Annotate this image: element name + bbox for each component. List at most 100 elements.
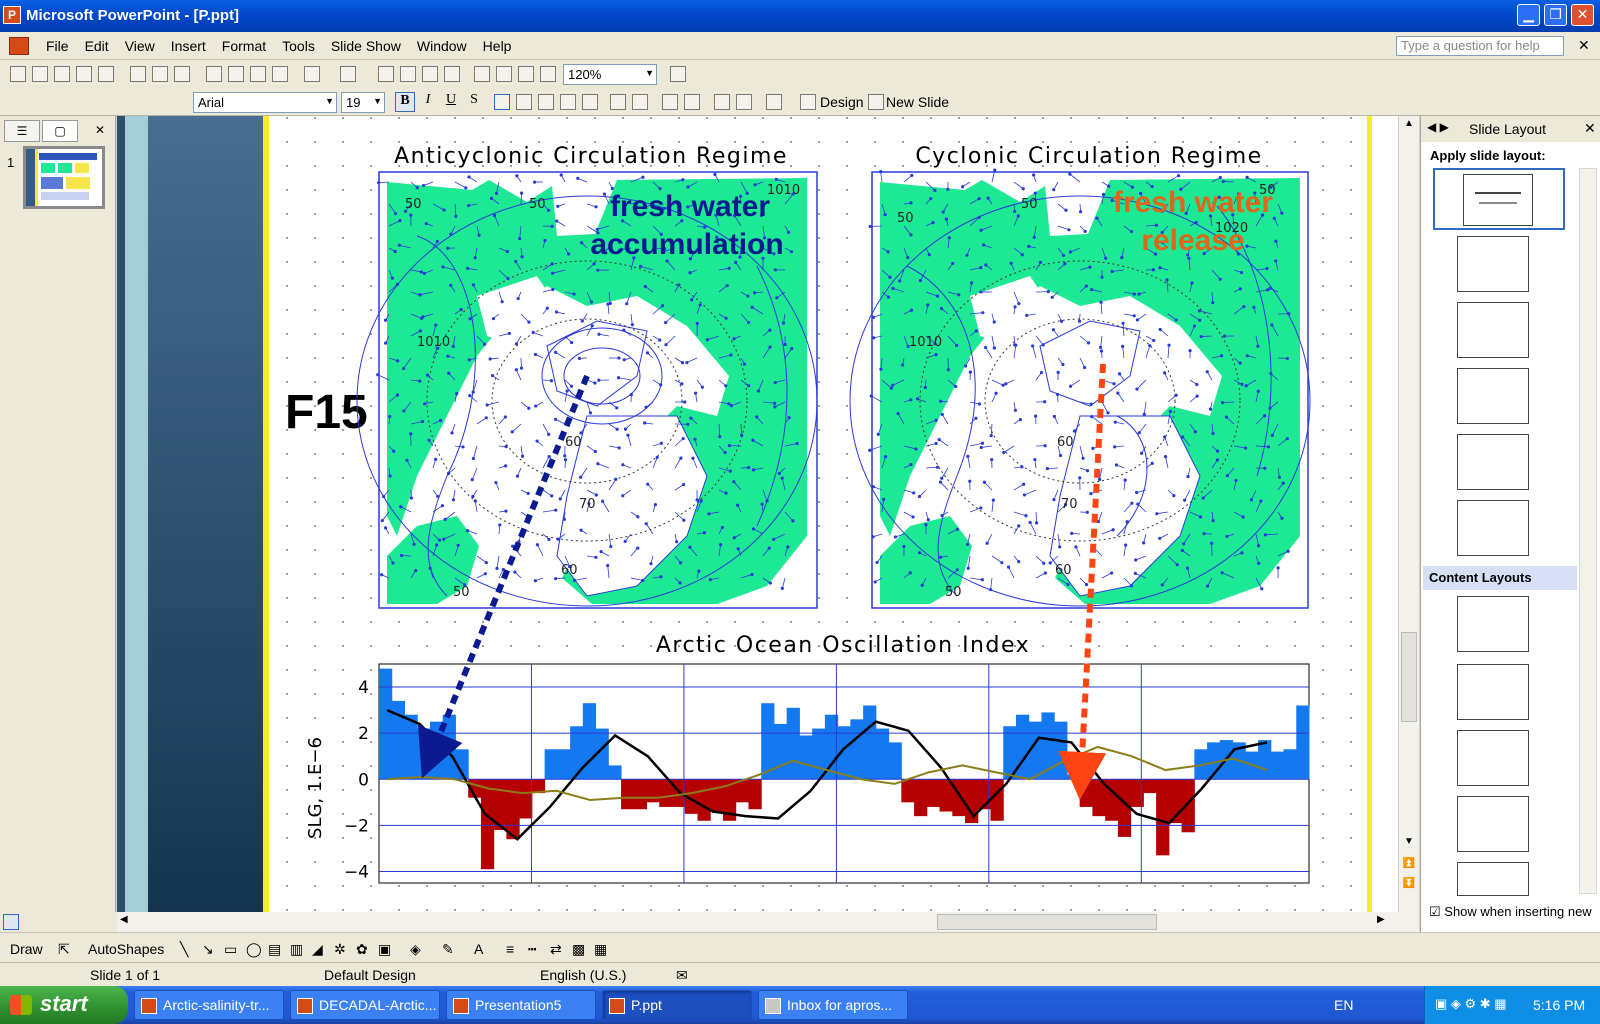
taskbar-item[interactable]: DECADAL-Arctic... [290,990,440,1020]
font-select[interactable]: Arial ▼ [193,92,337,113]
redo-icon[interactable] [340,66,356,82]
slide-editing-area[interactable]: F15 Anticyclonic Circulation Regime 50 5… [117,116,1407,912]
diagram-icon[interactable]: ✲ [334,941,346,958]
line-color-icon[interactable]: ✎ [442,941,454,958]
increase-font-icon[interactable] [662,94,678,110]
hyperlink-icon[interactable] [444,66,460,82]
layout-list-scrollbar[interactable] [1579,168,1597,894]
email-icon[interactable] [98,66,114,82]
align-left-icon[interactable] [494,94,510,110]
taskbar-item-active[interactable]: P.ppt [602,990,752,1020]
font-size-select[interactable]: 19 ▼ [341,92,385,113]
line-style-icon[interactable]: ≡ [506,941,514,957]
spelling-icon[interactable] [174,66,190,82]
vertical-scrollbar[interactable]: ▲ ▼ ⏫ ⏬ [1398,116,1419,912]
layout-vertical-text[interactable] [1457,500,1529,556]
text-box-icon[interactable]: ▤ [268,941,281,958]
expand-all-icon[interactable] [474,66,490,82]
justify-icon[interactable] [560,94,576,110]
slide-thumbnail[interactable] [23,146,105,209]
menu-view[interactable]: View [117,38,163,54]
menu-window[interactable]: Window [409,38,475,54]
font-color-icon[interactable] [766,94,782,110]
scroll-left-icon[interactable]: ◀ [120,914,128,925]
new-slide-button[interactable]: New Slide [886,94,949,110]
show-when-inserting-checkbox[interactable]: ☑ Show when inserting new [1429,904,1592,920]
select-pointer-icon[interactable]: ⇱ [58,941,70,958]
cut-icon[interactable] [206,66,222,82]
autoshapes-menu[interactable]: AutoShapes [88,941,164,957]
horizontal-scrollbar[interactable]: ◀ ▶ [117,912,1419,932]
slide-show-icon[interactable] [43,914,59,930]
clip-art-icon[interactable]: ✿ [356,941,368,958]
3d-style-icon[interactable]: ▦ [594,941,607,958]
zoom-select[interactable]: 120% ▼ [563,64,657,85]
slides-tab[interactable]: ▢ [42,120,78,142]
open-icon[interactable] [32,66,48,82]
menu-tools[interactable]: Tools [274,38,323,54]
line-icon[interactable]: ╲ [180,941,188,958]
menu-slide-show[interactable]: Slide Show [323,38,409,54]
increase-indent-icon[interactable] [736,94,752,110]
layout-title-slide[interactable] [1433,168,1565,230]
align-right-icon[interactable] [538,94,554,110]
layout-two-content[interactable] [1457,796,1529,852]
scroll-down-icon[interactable]: ▼ [1401,836,1417,852]
horizontal-scroll-thumb[interactable] [937,914,1157,930]
bold-button[interactable]: B [395,92,415,112]
print-icon[interactable] [130,66,146,82]
layout-title-only[interactable] [1457,236,1529,292]
fill-color-icon[interactable]: ◈ [410,941,421,958]
show-formatting-icon[interactable] [496,66,512,82]
show-grid-icon[interactable] [518,66,534,82]
copy-icon[interactable] [228,66,244,82]
rectangle-icon[interactable]: ▭ [224,941,237,958]
italic-button[interactable]: I [418,92,438,112]
insert-picture-icon[interactable]: ▣ [378,941,391,958]
scroll-up-icon[interactable]: ▲ [1401,118,1417,134]
shadow-button[interactable]: S [464,92,484,112]
menu-format[interactable]: Format [214,38,274,54]
restore-button[interactable]: ❐ [1544,4,1567,26]
layout-content[interactable] [1457,664,1529,720]
tables-borders-icon[interactable] [422,66,438,82]
layout-title-and-content[interactable] [1457,730,1529,786]
layout-blank[interactable] [1457,596,1529,652]
shadow-style-icon[interactable]: ▩ [572,941,585,958]
document-icon[interactable] [9,37,29,55]
close-button[interactable]: ✕ [1571,4,1594,26]
arrow-icon[interactable]: ↘ [202,941,214,958]
font-color-draw-icon[interactable]: A [474,941,483,957]
menu-file[interactable]: File [38,38,77,54]
menu-edit[interactable]: Edit [77,38,117,54]
layout-four-content[interactable] [1457,862,1529,896]
previous-slide-icon[interactable]: ⏫ [1401,858,1417,874]
undo-icon[interactable] [304,66,320,82]
taskbar-item[interactable]: Presentation5 [446,990,596,1020]
minimize-button[interactable]: ▁ [1517,4,1540,26]
paste-icon[interactable] [250,66,266,82]
insert-table-icon[interactable] [400,66,416,82]
taskbar-item[interactable]: Inbox for apros... [758,990,908,1020]
slide-sorter-icon[interactable] [23,914,39,930]
wordart-icon[interactable]: ◢ [312,941,323,958]
powerpoint-app-icon[interactable]: P [3,6,21,24]
language-indicator[interactable]: EN [1334,997,1353,1013]
help-search-input[interactable]: Type a question for help [1396,36,1564,56]
draw-menu[interactable]: Draw [10,941,43,957]
new-icon[interactable] [10,66,26,82]
normal-view-icon[interactable] [3,914,19,930]
save-icon[interactable] [54,66,70,82]
arrow-style-icon[interactable]: ⇄ [550,941,562,958]
close-pane-icon[interactable]: ✕ [82,120,118,142]
design-button[interactable]: Design [820,94,864,110]
back-forward-icon[interactable]: ◀ ▶ [1427,120,1449,134]
scroll-right-icon[interactable]: ▶ [1377,914,1385,925]
vertical-scroll-thumb[interactable] [1401,632,1417,722]
layout-title-content[interactable] [1457,434,1529,490]
decrease-font-icon[interactable] [684,94,700,110]
numbering-icon[interactable] [610,94,626,110]
oval-icon[interactable]: ◯ [246,941,262,958]
permission-icon[interactable] [76,66,92,82]
tray-icons[interactable]: ▣ ◈ ⚙ ✱ ▦ [1435,996,1507,1012]
